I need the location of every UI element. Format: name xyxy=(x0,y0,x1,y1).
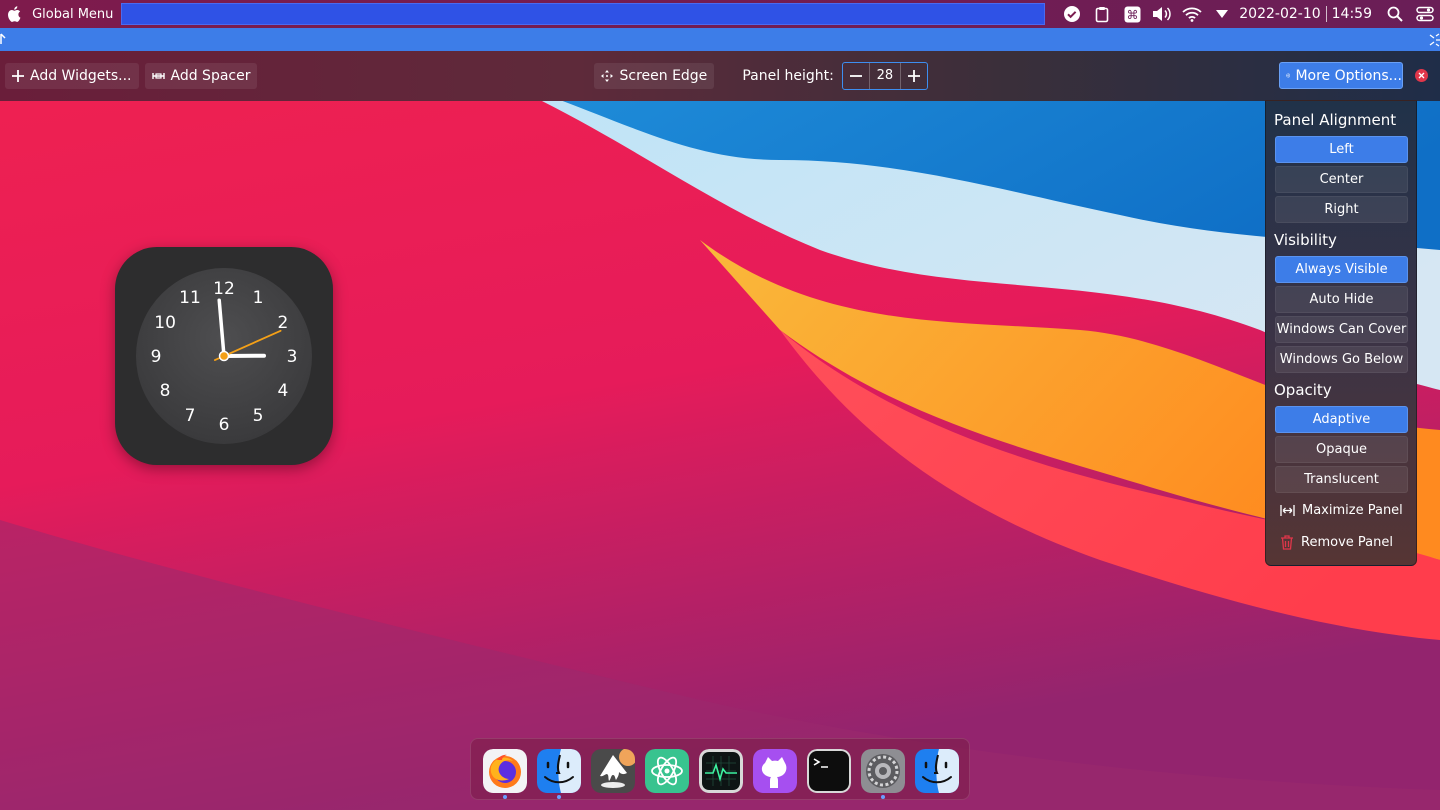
panel-height-label: Panel height: xyxy=(742,68,834,84)
clock-number: 1 xyxy=(253,288,264,308)
global-menu-area[interactable] xyxy=(121,3,1046,25)
more-options-popup: Panel Alignment Left Center Right Visibi… xyxy=(1265,100,1417,566)
running-indicator xyxy=(881,795,885,799)
clock-center-pin xyxy=(218,350,230,362)
clock-number: 3 xyxy=(287,347,298,367)
spacer-icon xyxy=(151,73,165,79)
panel-alignment-title: Panel Alignment xyxy=(1274,111,1397,129)
remove-panel-label: Remove Panel xyxy=(1301,535,1393,550)
analog-clock-widget[interactable]: 12 1 2 3 4 5 6 7 8 9 10 11 xyxy=(115,247,333,465)
plus-icon xyxy=(907,70,920,82)
visibility-always-visible-button[interactable]: Always Visible xyxy=(1275,256,1408,283)
settings-gear-icon xyxy=(1286,73,1291,78)
alignment-right-button[interactable]: Right xyxy=(1275,196,1408,223)
more-options-button[interactable]: More Options... xyxy=(1279,62,1403,89)
finder-icon[interactable] xyxy=(537,749,581,793)
remove-panel-button[interactable]: Remove Panel xyxy=(1280,535,1393,550)
system-preferences-icon[interactable] xyxy=(861,749,905,793)
visibility-auto-hide-button[interactable]: Auto Hide xyxy=(1275,286,1408,313)
minus-icon xyxy=(849,75,862,77)
clock-number: 11 xyxy=(179,288,201,308)
visibility-windows-go-below-button[interactable]: Windows Go Below xyxy=(1275,346,1408,373)
clipboard-icon[interactable] xyxy=(1087,0,1117,28)
maximize-panel-label: Maximize Panel xyxy=(1302,503,1403,518)
move-icon xyxy=(601,70,614,82)
inkscape-icon[interactable] xyxy=(591,749,635,793)
maximize-panel-button[interactable]: Maximize Panel xyxy=(1280,503,1403,518)
clock-number: 9 xyxy=(151,347,162,367)
wifi-icon[interactable] xyxy=(1177,0,1207,28)
panel-edit-strip[interactable] xyxy=(0,28,1440,51)
alignment-left-button[interactable]: Left xyxy=(1275,136,1408,163)
add-spacer-button[interactable]: Add Spacer xyxy=(144,63,258,89)
clock-number: 4 xyxy=(277,381,288,401)
clock-number: 10 xyxy=(154,313,176,333)
increase-height-button[interactable] xyxy=(901,63,927,89)
clock-number: 8 xyxy=(160,381,171,401)
finder-icon[interactable] xyxy=(915,749,959,793)
firefox-icon[interactable] xyxy=(483,749,527,793)
date-time-separator xyxy=(1325,6,1327,22)
check-circle-icon[interactable] xyxy=(1057,0,1087,28)
add-widgets-label: Add Widgets... xyxy=(30,68,132,84)
resize-handle-left-icon[interactable] xyxy=(0,32,8,49)
atom-icon[interactable] xyxy=(645,749,689,793)
dropdown-arrow-icon[interactable] xyxy=(1207,0,1237,28)
close-icon[interactable] xyxy=(1415,69,1428,82)
add-spacer-label: Add Spacer xyxy=(170,68,251,84)
opacity-title: Opacity xyxy=(1274,381,1332,399)
time-label[interactable]: 14:59 xyxy=(1330,6,1374,22)
resize-handle-right-icon[interactable] xyxy=(1428,32,1440,51)
control-center-icon[interactable] xyxy=(1410,0,1440,28)
screen-edge-label: Screen Edge xyxy=(619,68,708,84)
terminal-icon[interactable] xyxy=(807,749,851,793)
volume-icon[interactable] xyxy=(1147,0,1177,28)
clock-number: 12 xyxy=(213,279,235,299)
activity-monitor-icon[interactable] xyxy=(699,749,743,793)
opacity-adaptive-button[interactable]: Adaptive xyxy=(1275,406,1408,433)
apple-icon[interactable] xyxy=(0,0,27,28)
visibility-title: Visibility xyxy=(1274,231,1337,249)
clock-number: 6 xyxy=(219,415,230,435)
plus-icon xyxy=(12,70,24,82)
github-desktop-icon[interactable] xyxy=(753,749,797,793)
decrease-height-button[interactable] xyxy=(843,63,869,89)
panel-height-stepper[interactable]: 28 xyxy=(841,62,928,90)
clock-number: 2 xyxy=(277,313,288,333)
running-indicator xyxy=(503,795,507,799)
trash-icon xyxy=(1281,535,1293,550)
search-icon[interactable] xyxy=(1380,0,1410,28)
add-widgets-button[interactable]: Add Widgets... xyxy=(5,63,139,89)
system-tray: ⌘ 2022-02-10 14:59 xyxy=(1057,0,1440,28)
opacity-opaque-button[interactable]: Opaque xyxy=(1275,436,1408,463)
command-key-icon[interactable]: ⌘ xyxy=(1117,0,1147,28)
clock-number: 7 xyxy=(185,406,196,426)
screen-edge-button[interactable]: Screen Edge xyxy=(594,63,715,89)
date-label[interactable]: 2022-02-10 xyxy=(1237,6,1322,22)
panel-config-toolbar: Add Widgets... Add Spacer Screen Edge Pa… xyxy=(0,51,1440,101)
top-menu-bar: Global Menu ⌘ 2022-02-10 14:59 xyxy=(0,0,1440,28)
running-indicator xyxy=(557,795,561,799)
clock-number: 5 xyxy=(253,406,264,426)
more-options-label: More Options... xyxy=(1295,67,1402,84)
visibility-windows-can-cover-button[interactable]: Windows Can Cover xyxy=(1275,316,1408,343)
panel-height-value[interactable]: 28 xyxy=(868,63,901,89)
alignment-center-button[interactable]: Center xyxy=(1275,166,1408,193)
svg-text:⌘: ⌘ xyxy=(1126,8,1138,22)
opacity-translucent-button[interactable]: Translucent xyxy=(1275,466,1408,493)
global-menu-label[interactable]: Global Menu xyxy=(32,7,113,22)
dock xyxy=(470,738,970,800)
maximize-icon xyxy=(1280,505,1295,516)
